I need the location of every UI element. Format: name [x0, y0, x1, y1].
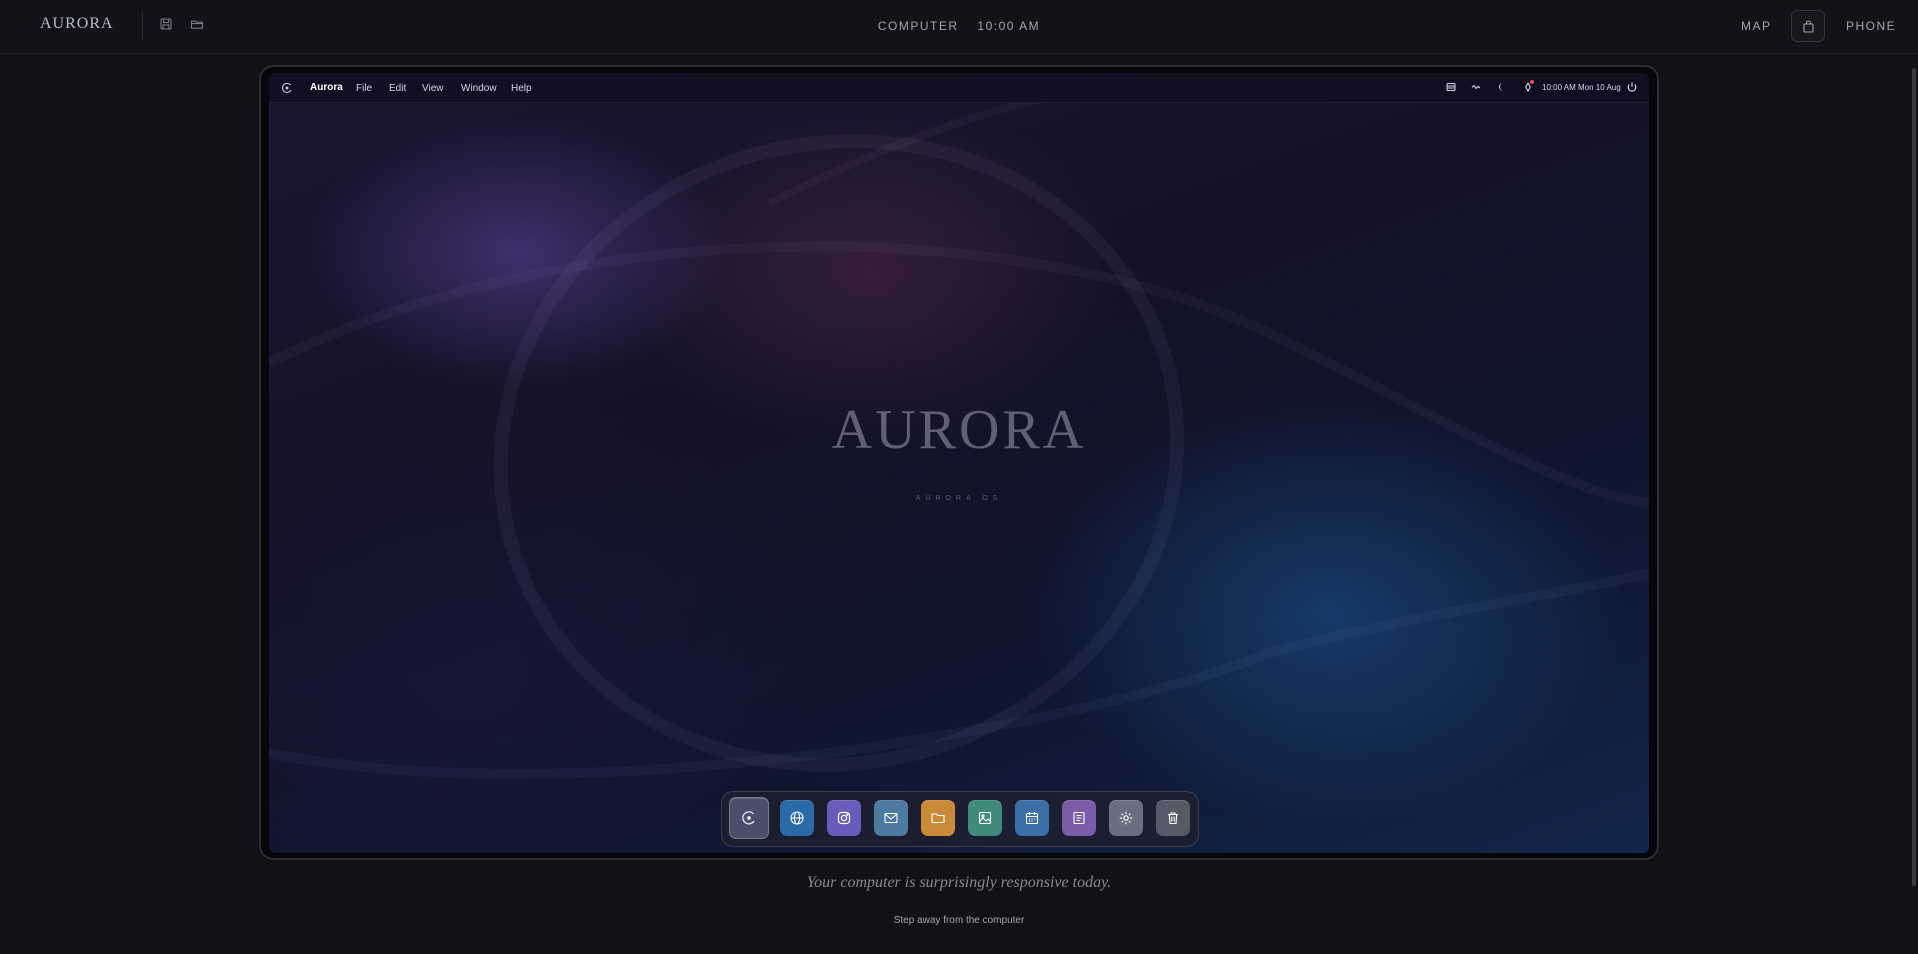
- notes-icon: [1073, 811, 1085, 825]
- aurora-menu-icon[interactable]: [281, 82, 293, 94]
- phone-link[interactable]: PHONE: [1846, 19, 1896, 33]
- mail-icon: [884, 812, 898, 824]
- trash-icon: [1168, 812, 1178, 825]
- dark-mode-icon[interactable]: [1495, 80, 1509, 94]
- scrollbar[interactable]: [1912, 68, 1916, 886]
- photos-icon: [978, 811, 992, 825]
- dock-browser[interactable]: [780, 800, 814, 836]
- dock-settings[interactable]: [1109, 800, 1143, 836]
- os-menubar: Aurora File Edit View Window Help 10:00 …: [269, 73, 1649, 103]
- menubar-time[interactable]: 10:00 AM: [1542, 83, 1576, 92]
- dock-social[interactable]: [827, 800, 861, 836]
- instagram-icon: [837, 811, 851, 825]
- battery-list-icon[interactable]: [1444, 80, 1458, 94]
- dock: [721, 791, 1199, 847]
- dock-launcher[interactable]: [729, 797, 769, 839]
- wallpaper-wordmark: AURORA: [831, 399, 1087, 461]
- dock-files[interactable]: [921, 800, 955, 836]
- wallpaper-swirl: [269, 89, 1649, 779]
- inventory-button[interactable]: [1791, 10, 1825, 42]
- active-app-name[interactable]: Aurora: [310, 82, 343, 93]
- menu-window[interactable]: Window: [461, 83, 497, 94]
- menubar-date[interactable]: Mon 10 Aug: [1578, 83, 1621, 92]
- dock-mail[interactable]: [874, 800, 908, 836]
- wallpaper-subtitle: AURORA OS: [915, 495, 1003, 502]
- dock-trash[interactable]: [1156, 800, 1190, 836]
- dock-photos[interactable]: [968, 800, 1002, 836]
- map-link[interactable]: MAP: [1741, 19, 1772, 33]
- power-icon[interactable]: [1625, 80, 1639, 94]
- mode-label: COMPUTER: [877, 19, 959, 33]
- menu-edit[interactable]: Edit: [389, 83, 406, 94]
- folder-icon: [931, 813, 945, 824]
- notification-badge: [1530, 80, 1534, 84]
- top-bar: AURORA COMPUTER 10:00 AM MAP PHONE: [0, 0, 1918, 54]
- calendar-icon: [1025, 812, 1039, 825]
- wifi-icon[interactable]: [1469, 80, 1483, 94]
- bag-icon: [1803, 20, 1814, 33]
- aurora-launcher-icon: [742, 811, 755, 825]
- desktop-screen[interactable]: Aurora File Edit View Window Help 10:00 …: [269, 73, 1649, 853]
- settings-icon: [1119, 811, 1133, 825]
- header-time: 10:00 AM: [977, 19, 1041, 33]
- menu-view[interactable]: View: [422, 83, 444, 94]
- menu-help[interactable]: Help: [511, 83, 532, 94]
- status-caption: Your computer is surprisingly responsive…: [806, 874, 1112, 891]
- computer-frame: Aurora File Edit View Window Help 10:00 …: [259, 65, 1659, 860]
- dock-notes[interactable]: [1062, 800, 1096, 836]
- dock-calendar[interactable]: [1015, 800, 1049, 836]
- header-status: COMPUTER 10:00 AM: [0, 19, 1918, 33]
- menu-file[interactable]: File: [356, 83, 372, 94]
- globe-icon: [790, 811, 804, 825]
- step-away-link[interactable]: Step away from the computer: [0, 915, 1918, 926]
